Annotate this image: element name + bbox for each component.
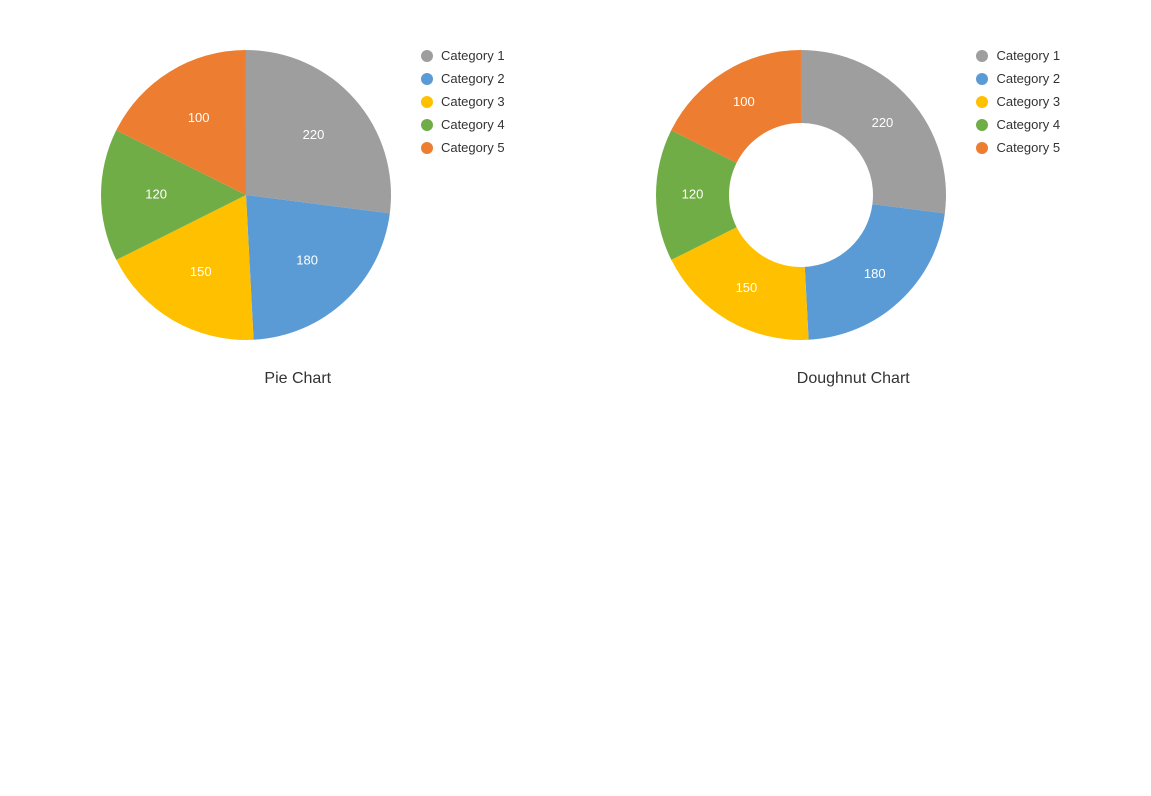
legend-item: Category 3 xyxy=(421,94,505,109)
pie-chart-svg: 220 180 150 120 100 xyxy=(91,40,401,350)
pie-chart-area: 220180150120100 Category 1Category 2Cate… xyxy=(91,40,505,350)
legend-label: Category 4 xyxy=(441,117,505,132)
pie-segment-label: 100 xyxy=(188,110,210,125)
legend-dot xyxy=(421,96,433,108)
legend-dot xyxy=(976,96,988,108)
legend-dot xyxy=(421,119,433,131)
legend-dot xyxy=(421,142,433,154)
legend-label: Category 5 xyxy=(996,140,1060,155)
donut-chart-svg: 220 180 150 120 100 xyxy=(646,40,956,350)
legend-item: Category 5 xyxy=(421,140,505,155)
legend-dot xyxy=(976,119,988,131)
legend-label: Category 2 xyxy=(441,71,505,86)
pie-segment-label: 120 xyxy=(145,187,167,202)
donut-segment-label: 220 xyxy=(872,115,894,130)
legend-item: Category 5 xyxy=(976,140,1060,155)
legend-item: Category 3 xyxy=(976,94,1060,109)
pie-chart-wrapper: 220180150120100 Category 1Category 2Cate… xyxy=(91,40,505,388)
legend-item: Category 1 xyxy=(421,48,505,63)
legend-dot xyxy=(976,142,988,154)
donut-chart-wrapper: 220180150120100 Category 1Category 2Cate… xyxy=(646,40,1060,388)
legend-label: Category 1 xyxy=(441,48,505,63)
legend-label: Category 1 xyxy=(996,48,1060,63)
donut-segment xyxy=(801,50,946,213)
donut-segment-label: 180 xyxy=(864,266,886,281)
donut-chart-title: Doughnut Chart xyxy=(797,370,910,388)
legend-item: Category 2 xyxy=(976,71,1060,86)
legend-dot xyxy=(976,73,988,85)
pie-legend: Category 1 Category 2 Category 3 Category 4… xyxy=(421,40,505,155)
pie-chart-title: Pie Chart xyxy=(264,370,331,388)
pie-segment-label: 180 xyxy=(296,252,318,267)
pie-segment xyxy=(246,195,390,340)
pie-segment-label: 150 xyxy=(190,264,212,279)
legend-item: Category 2 xyxy=(421,71,505,86)
donut-legend: Category 1 Category 2 Category 3 Category 4… xyxy=(976,40,1060,155)
legend-label: Category 4 xyxy=(996,117,1060,132)
legend-label: Category 5 xyxy=(441,140,505,155)
donut-segment-label: 120 xyxy=(682,187,704,202)
legend-dot xyxy=(421,73,433,85)
donut-chart-area: 220180150120100 Category 1Category 2Cate… xyxy=(646,40,1060,350)
legend-item: Category 1 xyxy=(976,48,1060,63)
donut-segment-label: 100 xyxy=(734,94,756,109)
legend-dot xyxy=(976,50,988,62)
pie-segment-label: 220 xyxy=(303,127,325,142)
legend-label: Category 3 xyxy=(996,94,1060,109)
charts-container: 220180150120100 Category 1Category 2Cate… xyxy=(0,0,1151,408)
legend-dot xyxy=(421,50,433,62)
legend-label: Category 3 xyxy=(441,94,505,109)
legend-label: Category 2 xyxy=(996,71,1060,86)
legend-item: Category 4 xyxy=(976,117,1060,132)
donut-segment-label: 150 xyxy=(736,280,758,295)
legend-item: Category 4 xyxy=(421,117,505,132)
